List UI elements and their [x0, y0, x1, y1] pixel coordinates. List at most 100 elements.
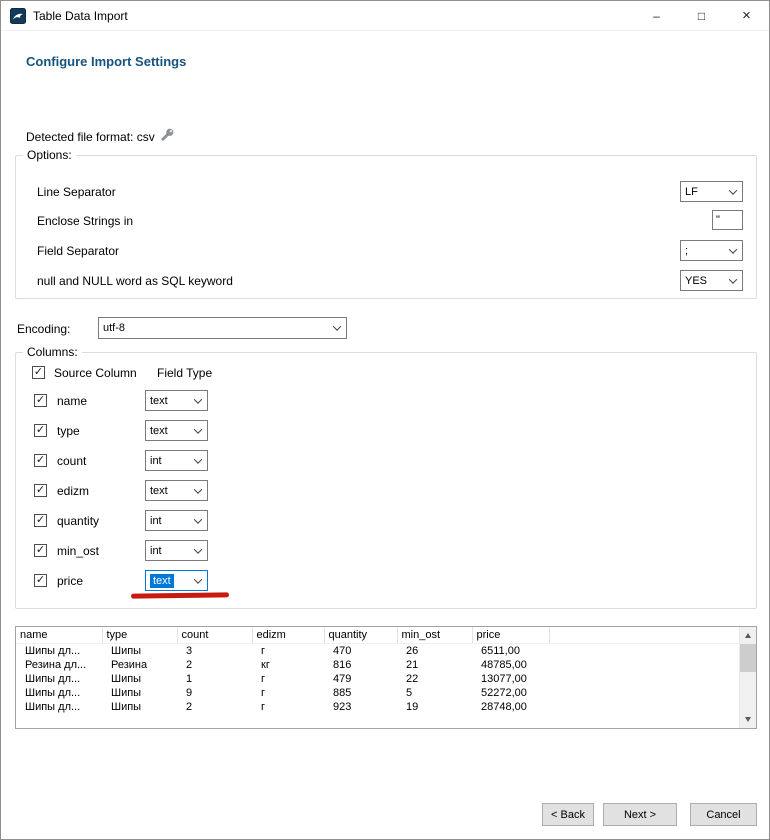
triangle-down-icon [745, 717, 751, 722]
chevron-down-icon [194, 575, 202, 583]
cell: 885 [324, 686, 397, 700]
enclose-strings-label: Enclose Strings in [37, 214, 133, 228]
column-price-label: price [57, 574, 83, 588]
cell: Шипы дл... [16, 700, 102, 714]
cell: 13077,00 [472, 672, 549, 686]
encoding-label: Encoding: [17, 322, 70, 336]
column-checkbox-type[interactable]: ✓ [34, 424, 47, 437]
cancel-button[interactable]: Cancel [690, 803, 757, 826]
preview-header-name[interactable]: name [16, 627, 102, 644]
field-type-select-count[interactable]: int [145, 450, 208, 471]
cell: 21 [397, 658, 472, 672]
cell: 19 [397, 700, 472, 714]
chevron-down-icon [194, 515, 202, 523]
column-checkbox-edizm[interactable]: ✓ [34, 484, 47, 497]
column-count-label: count [57, 454, 86, 468]
cell: 2 [177, 658, 252, 672]
table-row[interactable]: Шипы дл... Шипы 9 г 885 5 52272,00 [16, 686, 740, 700]
table-row[interactable]: Шипы дл... Шипы 2 г 923 19 28748,00 [16, 700, 740, 714]
checkmark-icon: ✓ [34, 367, 43, 377]
window-controls: – □ × [634, 1, 769, 31]
vertical-scrollbar[interactable] [739, 627, 756, 728]
preview-header-count[interactable]: count [177, 627, 252, 644]
column-name-label: name [57, 394, 87, 408]
chevron-down-icon [333, 322, 341, 330]
column-checkbox-count[interactable]: ✓ [34, 454, 47, 467]
chevron-down-icon [729, 186, 737, 194]
cell: 470 [324, 644, 397, 659]
cell: 26 [397, 644, 472, 659]
cell: 9 [177, 686, 252, 700]
cell: Шипы [102, 686, 177, 700]
cell-filler [549, 658, 740, 672]
checkmark-icon: ✓ [36, 515, 45, 525]
chevron-down-icon [729, 245, 737, 253]
encoding-select[interactable]: utf-8 [98, 317, 347, 339]
scroll-down-button[interactable] [740, 711, 756, 728]
column-quantity-label: quantity [57, 514, 99, 528]
table-row[interactable]: Резина дл... Резина 2 кг 816 21 48785,00 [16, 658, 740, 672]
scroll-up-button[interactable] [740, 627, 756, 644]
chevron-down-icon [194, 395, 202, 403]
preview-panel: name type count edizm quantity min_ost p… [15, 626, 757, 729]
field-type-select-quantity[interactable]: int [145, 510, 208, 531]
back-button[interactable]: < Back [542, 803, 594, 826]
field-type-select-type[interactable]: text [145, 420, 208, 441]
line-separator-label: Line Separator [37, 185, 116, 199]
column-type-label: type [57, 424, 80, 438]
wrench-icon[interactable] [159, 127, 175, 143]
line-separator-select[interactable]: LF [680, 181, 743, 202]
cell: 2 [177, 700, 252, 714]
titlebar: Table Data Import – □ × [1, 1, 769, 31]
cell: 3 [177, 644, 252, 659]
cell: кг [252, 658, 324, 672]
field-type-select-min-ost[interactable]: int [145, 540, 208, 561]
close-button[interactable]: × [724, 1, 769, 30]
minimize-button[interactable]: – [634, 1, 679, 30]
field-type-select-name[interactable]: text [145, 390, 208, 411]
column-checkbox-name[interactable]: ✓ [34, 394, 47, 407]
options-legend: Options: [23, 148, 76, 162]
scrollbar-thumb[interactable] [740, 644, 756, 672]
cell: г [252, 672, 324, 686]
column-edizm-label: edizm [57, 484, 89, 498]
checkmark-icon: ✓ [36, 455, 45, 465]
preview-header-quantity[interactable]: quantity [324, 627, 397, 644]
maximize-button[interactable]: □ [679, 1, 724, 30]
cell-filler [549, 686, 740, 700]
cell: Шипы дл... [16, 686, 102, 700]
preview-header-type[interactable]: type [102, 627, 177, 644]
cell: 6511,00 [472, 644, 549, 659]
cell: г [252, 686, 324, 700]
columns-groupbox: Columns: ✓ Source Column Field Type ✓ na… [15, 352, 757, 609]
field-separator-select[interactable]: ; [680, 240, 743, 261]
checkmark-icon: ✓ [36, 395, 45, 405]
columns-legend: Columns: [23, 345, 82, 359]
chevron-down-icon [194, 455, 202, 463]
column-checkbox-price[interactable]: ✓ [34, 574, 47, 587]
triangle-up-icon [745, 633, 751, 638]
column-checkbox-quantity[interactable]: ✓ [34, 514, 47, 527]
preview-header-edizm[interactable]: edizm [252, 627, 324, 644]
next-button[interactable]: Next > [603, 803, 677, 826]
mysql-workbench-icon [10, 8, 26, 24]
enclose-strings-input[interactable] [712, 210, 743, 230]
column-min-ost-label: min_ost [57, 544, 99, 558]
field-type-select-price[interactable]: text [145, 570, 208, 591]
cell-filler [549, 700, 740, 714]
cell: г [252, 700, 324, 714]
null-keyword-select[interactable]: YES [680, 270, 743, 291]
column-checkbox-min-ost[interactable]: ✓ [34, 544, 47, 557]
select-all-checkbox[interactable]: ✓ [32, 366, 45, 379]
table-row[interactable]: Шипы дл... Шипы 1 г 479 22 13077,00 [16, 672, 740, 686]
checkmark-icon: ✓ [36, 545, 45, 555]
checkmark-icon: ✓ [36, 575, 45, 585]
preview-header-price[interactable]: price [472, 627, 549, 644]
table-row[interactable]: Шипы дл... Шипы 3 г 470 26 6511,00 [16, 644, 740, 659]
chevron-down-icon [729, 275, 737, 283]
field-type-select-edizm[interactable]: text [145, 480, 208, 501]
cell: 1 [177, 672, 252, 686]
field-type-header: Field Type [157, 366, 212, 380]
cell: 22 [397, 672, 472, 686]
preview-header-min-ost[interactable]: min_ost [397, 627, 472, 644]
